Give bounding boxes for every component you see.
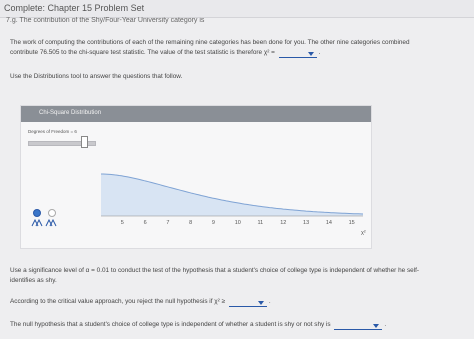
curve-area xyxy=(101,174,363,216)
critical-value-question: According to the critical value approach… xyxy=(10,298,271,307)
paragraph-line-2: contribute 76.505 to the chi-square test… xyxy=(10,49,321,58)
radio-option-2[interactable] xyxy=(48,209,56,217)
chevron-down-icon xyxy=(257,301,264,305)
radio-option-1[interactable] xyxy=(33,209,41,217)
test-statistic-dropdown[interactable] xyxy=(278,49,317,58)
x-tick-label: 13 xyxy=(303,220,310,226)
significance-question: Use a significance level of α = 0.01 to … xyxy=(10,266,419,286)
tool-title: Chi-Square Distribution xyxy=(39,110,102,116)
right-tail-icon[interactable] xyxy=(31,219,43,227)
x-tick-label: 9 xyxy=(211,220,215,226)
assignment-title: Complete: Chapter 15 Problem Set xyxy=(4,3,145,13)
tool-header: Chi-Square Distribution xyxy=(21,106,371,122)
null-hypothesis-question: The null hypothesis that a student's cho… xyxy=(10,321,387,330)
contribution-paragraph: The work of computing the contributions … xyxy=(10,38,410,58)
x-tick-label: 12 xyxy=(280,220,287,226)
chi-square-plot[interactable]: 5 6 7 8 9 10 11 12 13 14 15 χ² xyxy=(101,166,369,241)
distributions-tool[interactable]: Chi-Square Distribution Degrees of Freed… xyxy=(20,105,372,249)
x-tick-label: 6 xyxy=(143,220,147,226)
cut-off-question-text: 7.g. The contribution of the Shy/Four-Ye… xyxy=(6,17,205,24)
x-tick-label: 5 xyxy=(120,220,124,226)
x-tick-label: 15 xyxy=(348,220,355,226)
title-bar: Complete: Chapter 15 Problem Set xyxy=(0,0,474,18)
paragraph-line-1: The work of computing the contributions … xyxy=(10,39,410,46)
two-tail-icon[interactable] xyxy=(45,219,57,227)
degrees-of-freedom-label: Degrees of Freedom = 6 xyxy=(28,129,77,134)
chevron-down-icon xyxy=(373,324,380,328)
cut-off-question: 7.g. The contribution of the Shy/Four-Ye… xyxy=(6,17,244,24)
instruction-text: Use the Distributions tool to answer the… xyxy=(10,73,183,80)
x-tick-label: 8 xyxy=(189,220,193,226)
dof-slider-handle[interactable] xyxy=(81,136,88,148)
x-tick-label: 11 xyxy=(257,220,264,226)
null-hypothesis-dropdown[interactable] xyxy=(334,321,383,330)
critical-value-dropdown[interactable] xyxy=(228,298,267,307)
significance-line-1: Use a significance level of α = 0.01 to … xyxy=(10,267,420,274)
x-axis-symbol: χ² xyxy=(361,230,366,236)
x-tick-label: 10 xyxy=(234,220,241,226)
chevron-down-icon xyxy=(307,52,314,56)
x-tick-label: 14 xyxy=(325,220,332,226)
x-tick-label: 7 xyxy=(166,220,170,226)
significance-line-2: identifies as shy. xyxy=(10,277,57,284)
